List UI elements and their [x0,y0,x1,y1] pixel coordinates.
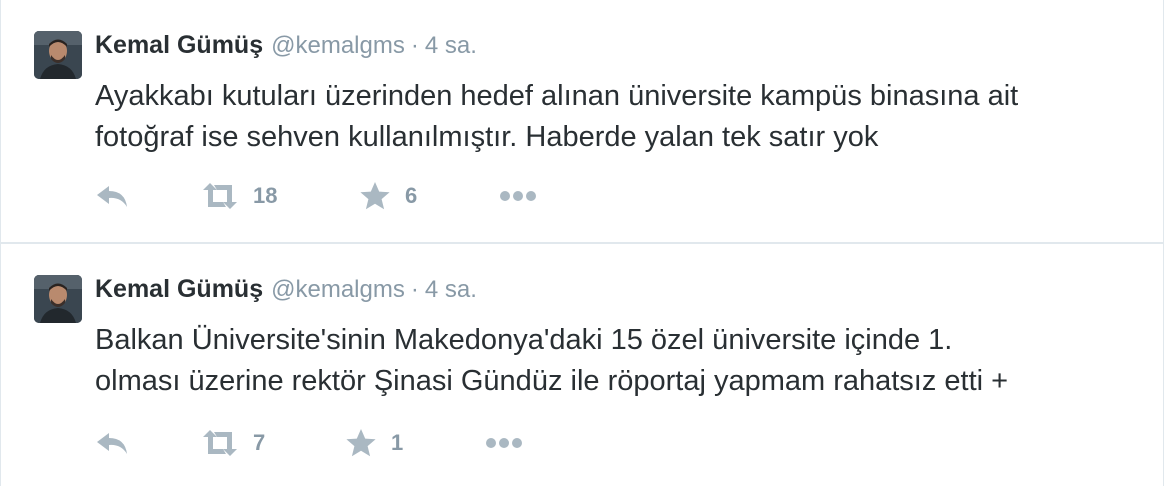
tweet-timestamp[interactable]: 4 sa. [425,32,477,60]
favorite-count: 1 [391,430,404,455]
tweet-text-line: Balkan Üniversite'sinin Makedonya'daki 1… [95,324,953,356]
more-icon [499,190,537,202]
tweet-text: Ayakkabı kutuları üzerinden hedef alınan… [95,76,1135,158]
more-icon [485,437,523,449]
tweet-text: Balkan Üniversite'sinin Makedonya'daki 1… [95,320,1135,402]
retweet-button[interactable]: 18 [201,176,277,216]
reply-icon [95,182,129,210]
author-name[interactable]: Kemal Gümüş [95,275,263,304]
favorite-button[interactable]: 6 [359,176,417,216]
favorite-button[interactable]: 1 [345,423,403,463]
retweet-count: 18 [253,183,278,208]
author-handle[interactable]: @kemalgms [271,32,405,60]
header-separator: · [410,276,419,303]
star-icon [345,428,377,458]
retweet-icon [201,182,239,210]
retweet-icon [201,429,239,457]
tweet-timestamp[interactable]: 4 sa. [425,276,477,304]
retweet-count: 7 [253,430,266,455]
tweet-actions: 18 6 [95,176,575,216]
tweet-actions: 7 1 [95,423,575,463]
avatar[interactable] [34,275,82,323]
retweet-button[interactable]: 7 [201,423,265,463]
tweet[interactable]: Kemal Gümüş @kemalgms · 4 sa. Balkan Üni… [1,244,1163,486]
reply-icon [95,429,129,457]
tweet[interactable]: Kemal Gümüş @kemalgms · 4 sa. Ayakkabı k… [1,0,1163,244]
tweet-header: Kemal Gümüş @kemalgms · 4 sa. [95,31,477,65]
tweet-header: Kemal Gümüş @kemalgms · 4 sa. [95,275,477,309]
reply-button[interactable] [95,176,129,216]
author-name[interactable]: Kemal Gümüş [95,31,263,60]
tweet-timeline: Kemal Gümüş @kemalgms · 4 sa. Ayakkabı k… [0,0,1164,486]
more-button[interactable] [499,176,537,216]
author-handle[interactable]: @kemalgms [271,276,405,304]
tweet-text-line: fotoğraf ise sehven kullanılmıştır. Habe… [95,121,879,153]
star-icon [359,181,391,211]
tweet-text-line: olması üzerine rektör Şinasi Gündüz ile … [95,365,1009,397]
more-button[interactable] [485,423,523,463]
header-separator: · [410,32,419,59]
reply-button[interactable] [95,423,129,463]
avatar[interactable] [34,31,82,79]
tweet-text-line: Ayakkabı kutuları üzerinden hedef alınan… [95,80,1019,112]
favorite-count: 6 [405,183,418,208]
